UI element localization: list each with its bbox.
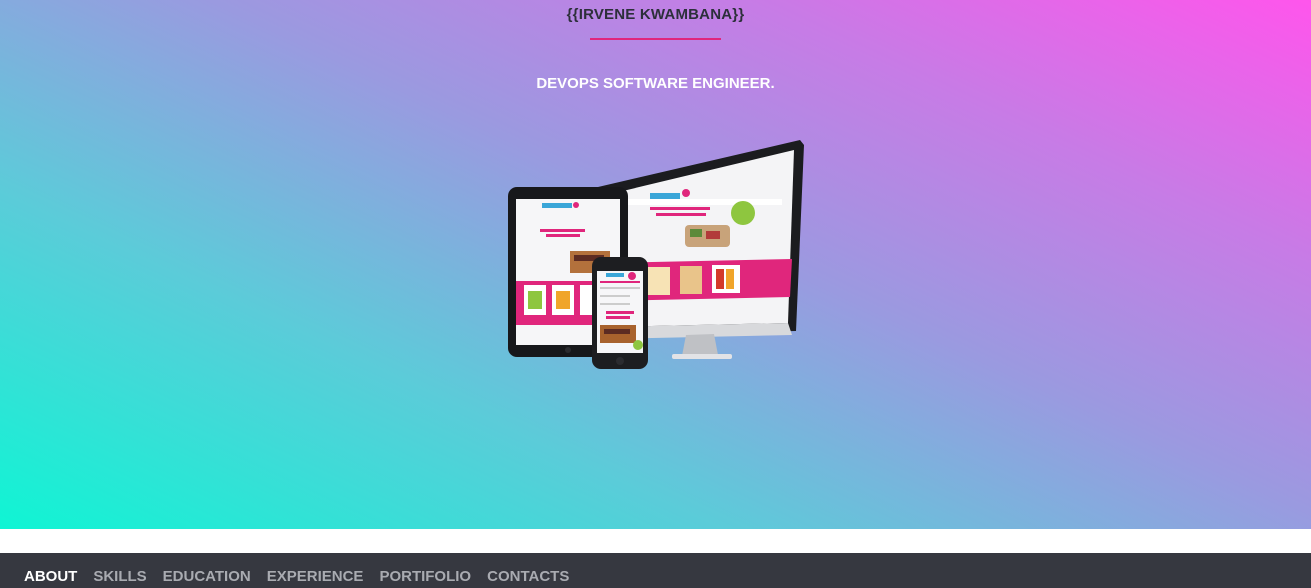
hero-subtitle: DEVOPS SOFTWARE ENGINEER.: [536, 75, 775, 92]
bottom-navbar: ABOUT SKILLS EDUCATION EXPERIENCE PORTIF…: [0, 553, 1311, 588]
phone-image: [592, 257, 648, 369]
hero-divider: [590, 38, 721, 40]
nav-item-skills[interactable]: SKILLS: [93, 568, 146, 585]
hero-section: {{IRVENE KWAMBANA}} DEVOPS SOFTWARE ENGI…: [0, 0, 1311, 529]
nav-item-portifolio[interactable]: PORTIFOLIO: [379, 568, 471, 585]
nav-list: ABOUT SKILLS EDUCATION EXPERIENCE PORTIF…: [24, 568, 585, 585]
hero-title: {{IRVENE KWAMBANA}}: [566, 6, 745, 23]
responsive-devices-illustration: [508, 140, 804, 369]
section-spacer: [0, 529, 1311, 553]
nav-item-about[interactable]: ABOUT: [24, 568, 77, 585]
nav-item-experience[interactable]: EXPERIENCE: [267, 568, 364, 585]
nav-item-contacts[interactable]: CONTACTS: [487, 568, 569, 585]
nav-item-education[interactable]: EDUCATION: [163, 568, 251, 585]
